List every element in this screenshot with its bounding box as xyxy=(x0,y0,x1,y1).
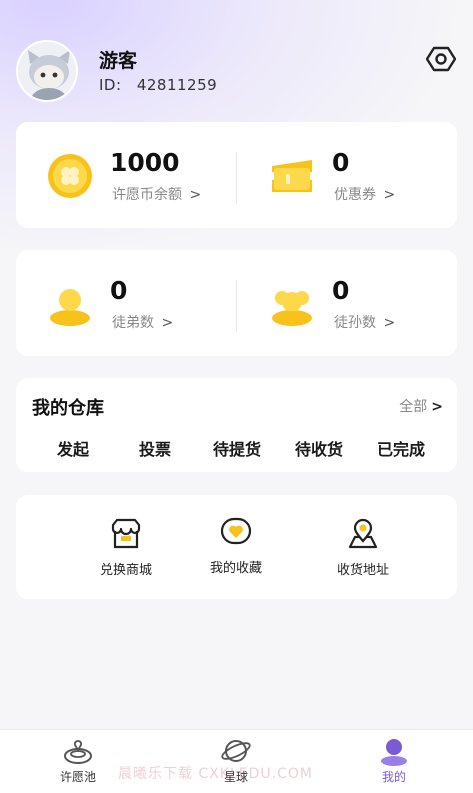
shop-label: 兑换商城 xyxy=(99,563,152,578)
wish-pool-icon xyxy=(64,740,92,764)
profile-icon xyxy=(381,739,407,766)
disciples-value: 0 xyxy=(110,276,128,305)
coupons-stat[interactable]: 0 优惠券 > xyxy=(246,122,456,228)
username: 游客 xyxy=(99,50,138,72)
chevron-right-icon: > xyxy=(161,315,174,331)
grand-disciples-label: 徒孙数 > xyxy=(334,315,396,331)
chevron-right-icon: > xyxy=(383,315,396,331)
divider xyxy=(236,280,237,332)
heart-icon xyxy=(220,517,252,545)
ticket-icon xyxy=(272,160,312,192)
warehouse-card: 我的仓库 全部 > 发起 投票 待提货 待收货 已完成 xyxy=(16,378,457,472)
balance-stat[interactable]: 1000 许愿币余额 > xyxy=(16,122,226,228)
tab-pending-pickup[interactable]: 待提货 xyxy=(196,436,278,460)
shop-shortcut[interactable]: 兑换商城 xyxy=(71,517,181,578)
bottom-tab-bar: 许愿池 星球 我的 xyxy=(0,729,473,793)
favorites-label: 我的收藏 xyxy=(209,561,262,576)
grand-disciple-icon xyxy=(272,291,312,326)
user-id-label: ID: xyxy=(99,76,122,94)
grand-disciples-stat[interactable]: 0 徒孙数 > xyxy=(246,250,456,356)
wallet-card: 1000 许愿币余额 > 0 优惠券 > xyxy=(16,122,457,228)
address-shortcut[interactable]: 收货地址 xyxy=(308,517,418,578)
user-id: ID: 42811259 xyxy=(99,76,217,94)
avatar[interactable] xyxy=(16,40,78,102)
planet-icon xyxy=(221,740,251,762)
view-all-label: 全部 xyxy=(399,399,428,415)
user-id-value: 42811259 xyxy=(136,76,218,94)
tab-pending-receipt[interactable]: 待收货 xyxy=(278,436,360,460)
profile-header: 游客 ID: 42811259 xyxy=(16,38,456,104)
location-icon xyxy=(348,518,378,549)
tab-mine[interactable]: 我的 xyxy=(354,736,434,785)
coin-icon xyxy=(48,154,92,198)
shortcuts-card: 兑换商城 我的收藏 收货地址 xyxy=(16,495,457,599)
shop-icon xyxy=(111,518,141,549)
warehouse-title: 我的仓库 xyxy=(32,398,104,419)
disciple-icon xyxy=(50,289,90,326)
disciples-card: 0 徒弟数 > 0 徒孙数 > xyxy=(16,250,457,356)
tab-completed[interactable]: 已完成 xyxy=(360,436,442,460)
tab-initiated[interactable]: 发起 xyxy=(32,436,114,460)
divider xyxy=(236,152,237,204)
view-all-button[interactable]: 全部 > xyxy=(399,396,443,416)
disciples-label: 徒弟数 > xyxy=(112,315,174,331)
chevron-right-icon: > xyxy=(383,187,396,203)
avatar-icon xyxy=(18,42,76,100)
tab-wish-pool[interactable]: 许愿池 xyxy=(38,736,118,785)
balance-value: 1000 xyxy=(110,148,180,177)
disciples-stat[interactable]: 0 徒弟数 > xyxy=(16,250,226,356)
tab-wish-pool-label: 许愿池 xyxy=(59,770,96,784)
tab-vote[interactable]: 投票 xyxy=(114,436,196,460)
balance-label: 许愿币余额 > xyxy=(112,187,202,203)
warehouse-tabs: 发起 投票 待提货 待收货 已完成 xyxy=(16,436,457,460)
grand-disciples-value: 0 xyxy=(332,276,350,305)
chevron-right-icon: > xyxy=(431,399,443,415)
chevron-right-icon: > xyxy=(189,187,202,203)
address-label: 收货地址 xyxy=(336,563,389,578)
settings-icon[interactable] xyxy=(426,44,456,74)
coupons-label: 优惠券 > xyxy=(334,187,396,203)
watermark: 晨曦乐下载 CXKLEDU.COM xyxy=(118,766,313,782)
tab-mine-label: 我的 xyxy=(381,770,406,784)
favorites-shortcut[interactable]: 我的收藏 xyxy=(181,515,291,576)
coupons-value: 0 xyxy=(332,148,350,177)
